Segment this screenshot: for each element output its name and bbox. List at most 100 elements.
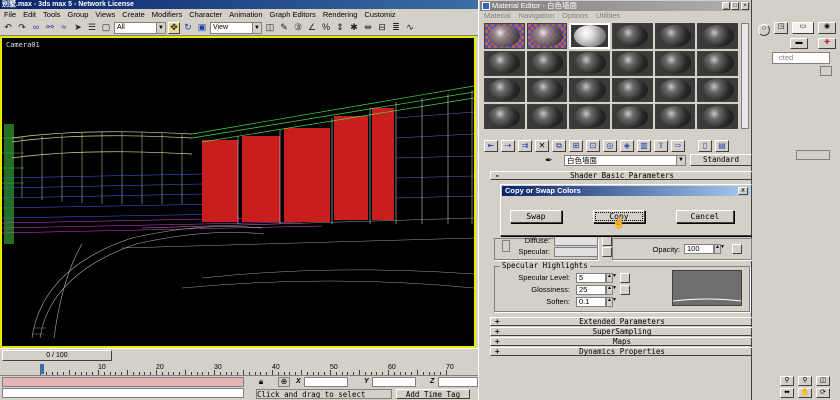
show-end-result-icon[interactable]: ▥ [637,140,651,152]
menu-views[interactable]: Views [95,9,115,20]
sample-slot[interactable] [697,104,738,129]
z-coord-field[interactable] [438,377,478,387]
zoom-extents-icon[interactable]: ◫ [816,376,830,386]
menu-edit[interactable]: Edit [23,9,36,20]
absolute-mode-icon[interactable]: ⊕ [278,377,290,387]
sample-slot[interactable] [654,104,696,129]
camera-viewport[interactable]: Camera01 [0,36,476,348]
sample-slot[interactable] [697,51,738,76]
put-to-scene-icon[interactable]: ⇢ [501,140,515,152]
opacity-spinner[interactable]: 100 ▲▼ [684,244,725,254]
material-map-navigator-icon[interactable]: ▯ [698,140,712,152]
pick-material-icon[interactable]: ▤ [715,140,729,152]
object-name-field[interactable]: cted [772,52,830,64]
layer-manager-icon[interactable]: ≣ [390,22,402,34]
menu-graph-editors[interactable]: Graph Editors [270,9,316,20]
menu-rendering[interactable]: Rendering [323,9,358,20]
percent-snap-icon[interactable]: % [320,22,332,34]
get-material-icon[interactable]: ⇤ [484,140,498,152]
sample-slot[interactable] [484,77,525,103]
put-to-library-icon[interactable]: ⊡ [586,140,600,152]
maximize-icon[interactable]: □ [731,2,739,10]
me-menu-options[interactable]: Options [562,11,588,21]
select-by-name-icon[interactable]: ☰ [86,22,98,34]
close-icon[interactable]: × [741,2,749,10]
material-name-field[interactable]: 白色墙面 ▼ [564,155,686,166]
reset-map-icon[interactable]: ✕ [535,140,549,152]
dialog-close-button[interactable]: x [738,187,748,195]
motion-panel-icon[interactable]: ◉ [818,22,836,34]
diffuse-map-button[interactable] [602,236,612,246]
sample-slot[interactable] [526,23,568,49]
go-forward-sibling-icon[interactable]: ⇨ [671,140,685,152]
lock-selection-icon[interactable]: 🔒︎ [256,377,266,387]
supersampling-rollout[interactable]: + SuperSampling [490,327,754,336]
sample-slot[interactable] [654,23,696,49]
display-panel-icon[interactable]: ▬ [790,38,808,49]
menu-create[interactable]: Create [122,9,145,20]
curve-editor-icon[interactable]: ∿ [404,22,416,34]
shader-basic-rollout[interactable]: - Shader Basic Parameters [490,171,754,180]
opacity-map-button[interactable] [732,244,742,254]
sample-slot[interactable] [612,51,653,76]
swap-button[interactable]: Swap [510,210,562,223]
pick-from-object-icon[interactable]: ✒ [545,155,553,166]
x-coord-field[interactable] [304,377,348,387]
pan-icon[interactable]: ✋ [798,388,812,398]
cancel-button[interactable]: Cancel [676,210,734,223]
command-panel-button[interactable] [796,150,830,160]
glossiness-map-button[interactable] [620,285,630,295]
select-manipulate-icon[interactable]: ✎ [278,22,290,34]
align-icon[interactable]: ⊟ [376,22,388,34]
spinner-snap-icon[interactable]: ⇕ [334,22,346,34]
menu-animation[interactable]: Animation [229,9,262,20]
sample-slot[interactable] [612,77,653,103]
redo-icon[interactable]: ↷ [16,22,28,34]
track-bar[interactable]: 010203040506070 [0,362,478,376]
glossiness-spinner[interactable]: 25 ▲▼ [576,285,617,295]
specular-color-swatch[interactable] [554,247,598,257]
sample-slot[interactable] [569,51,610,76]
specular-map-button[interactable] [602,247,612,257]
orbit-icon[interactable]: ⟳ [816,388,830,398]
menu-tools[interactable]: Tools [43,9,61,20]
hierarchy-panel-icon[interactable]: ▭ [792,22,814,34]
sample-slot[interactable] [697,77,738,103]
me-menu-utilities[interactable]: Utilities [596,11,620,21]
menu-group[interactable]: Group [68,9,89,20]
show-map-in-viewport-icon[interactable]: ◈ [620,140,634,152]
sample-slot[interactable] [484,104,525,129]
spec-level-map-button[interactable] [620,273,630,283]
object-color-swatch[interactable] [820,66,832,76]
make-unique-icon[interactable]: ⊞ [569,140,583,152]
select-and-rotate-icon[interactable]: ↻ [182,22,194,34]
dynamics-properties-rollout[interactable]: + Dynamics Properties [490,347,754,356]
y-coord-field[interactable] [372,377,416,387]
sample-slot[interactable] [569,77,610,103]
go-to-parent-icon[interactable]: ⇧ [654,140,668,152]
minimize-icon[interactable]: _ [722,2,730,10]
menu-file[interactable]: File [4,9,16,20]
sample-slot[interactable] [654,51,696,76]
pivot-center-icon[interactable]: ◫ [264,22,276,34]
maxscript-listener-white[interactable] [2,388,244,398]
selection-region-icon[interactable]: ▢ [100,22,112,34]
menu-character[interactable]: Character [189,9,222,20]
dolly-icon[interactable]: ⬌ [780,388,794,398]
bind-spacewarp-icon[interactable]: ≈ [58,22,70,34]
sample-slot[interactable] [484,51,525,76]
sample-slot[interactable] [612,23,653,49]
sample-slot[interactable] [569,23,610,49]
snap-toggle-icon[interactable]: ③ [292,22,304,34]
maps-rollout[interactable]: + Maps [490,337,754,346]
zoom-all-icon[interactable]: ⚲ [798,376,812,386]
spec-level-spinner[interactable]: 5 ▲▼ [576,273,617,283]
link-icon[interactable]: ∞ [30,22,42,34]
soften-spinner[interactable]: 0.1 ▲▼ [576,297,617,307]
material-type-button[interactable]: Standard [690,154,752,166]
extended-parameters-rollout[interactable]: + Extended Parameters [490,317,754,326]
zoom-icon[interactable]: ⚲ [780,376,794,386]
utilities-panel-icon[interactable]: ✚ [818,38,836,49]
sample-slot[interactable] [654,77,696,103]
menu-modifiers[interactable]: Modifiers [152,9,182,20]
